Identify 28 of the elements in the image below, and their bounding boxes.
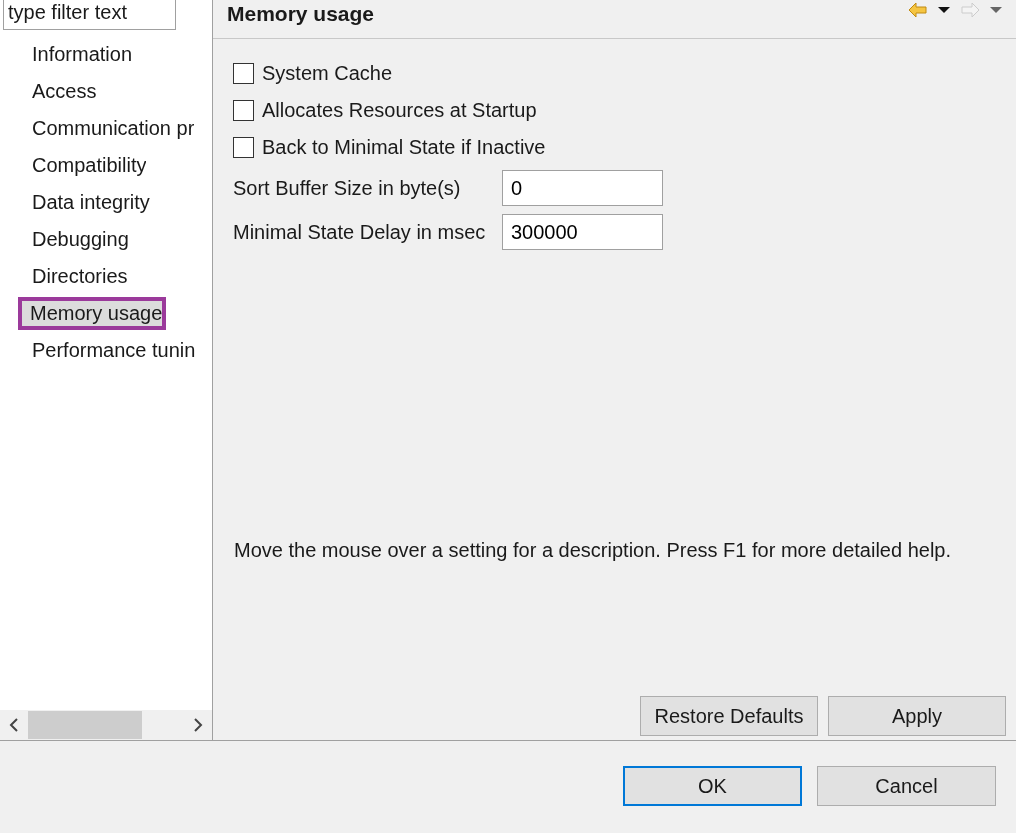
sidebar-item[interactable]: Debugging [30, 223, 129, 256]
sidebar-item[interactable]: Data integrity [30, 186, 150, 219]
page-button[interactable]: Restore Defaults [640, 696, 818, 736]
checkbox-label: Allocates Resources at Startup [262, 99, 537, 122]
field-label: Minimal State Delay in msec [233, 220, 487, 244]
field-label: Sort Buffer Size in byte(s) [233, 176, 462, 200]
back-arrow-icon[interactable] [908, 2, 928, 18]
checkbox-label: Back to Minimal State if Inactive [262, 136, 546, 159]
sidebar-item[interactable]: Access [30, 75, 97, 108]
page-title: Memory usage [227, 2, 375, 26]
sidebar-item[interactable]: Communication pr [30, 112, 195, 145]
scrollbar-thumb[interactable] [28, 711, 142, 739]
sidebar-item[interactable]: Performance tunin [30, 334, 196, 367]
dialog-button[interactable]: Cancel [817, 766, 996, 806]
checkbox-label: System Cache [262, 62, 393, 85]
sidebar-item[interactable]: Memory usage [18, 297, 167, 330]
sidebar-item[interactable]: Directories [30, 260, 128, 293]
help-text: Move the mouse over a setting for a description. Press F1 for more detailed help. [233, 538, 953, 563]
input-field[interactable]: 0 [502, 170, 663, 206]
checkbox[interactable] [233, 63, 254, 84]
sidebar-item[interactable]: Compatibility [30, 149, 147, 182]
page-button[interactable]: Apply [828, 696, 1006, 736]
checkbox[interactable] [233, 137, 254, 158]
filter-field[interactable]: type filter text [3, 0, 176, 30]
input-field[interactable]: 300000 [502, 214, 663, 250]
dialog-button[interactable]: OK [623, 766, 802, 806]
sidebar-item[interactable]: Information [30, 38, 133, 71]
checkbox[interactable] [233, 100, 254, 121]
